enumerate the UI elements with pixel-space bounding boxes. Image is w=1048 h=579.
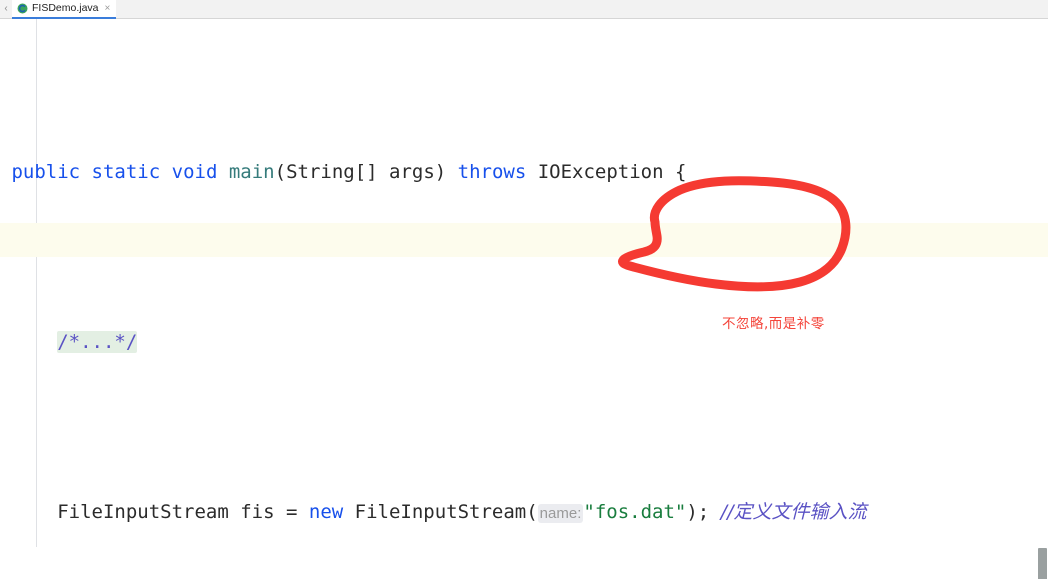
line-comment-3: //定义文件输入流 [720, 501, 867, 523]
code-editor-area[interactable]: public static void main(String[] args) t… [0, 19, 1048, 579]
tab-fisdemo-java[interactable]: FISDemo.java × [12, 0, 117, 19]
vertical-scrollbar[interactable] [1037, 19, 1048, 579]
source-code[interactable]: public static void main(String[] args) t… [0, 19, 1048, 579]
method-name-main: main [228, 161, 275, 183]
editor-window: ‹ FISDemo.java × public static void main… [0, 0, 1048, 579]
statement-end: ); [686, 501, 710, 523]
keyword-new: new [308, 501, 344, 523]
tab-overflow-chevron-icon[interactable]: ‹ [0, 0, 12, 18]
tab-label: FISDemo.java [32, 2, 99, 15]
close-icon[interactable]: × [103, 3, 111, 14]
parameter-hint-name: name: [537, 504, 584, 523]
declaration-fis: FileInputStream fis = [57, 501, 309, 523]
keyword-throws: throws [457, 161, 527, 183]
keyword-public: public [11, 161, 81, 183]
main-params: (String[] args) [274, 161, 458, 183]
code-line-2: /*...*/ [0, 325, 1048, 359]
keyword-void: void [171, 161, 218, 183]
scrollbar-thumb[interactable] [1038, 548, 1047, 579]
java-class-icon [17, 3, 28, 14]
code-line-1: public static void main(String[] args) t… [0, 155, 1048, 189]
code-line-3: FileInputStream fis = new FileInputStrea… [0, 495, 1048, 529]
constructor-call: FileInputStream( [343, 501, 538, 523]
folded-comment-region[interactable]: /*...*/ [57, 331, 138, 353]
keyword-static: static [91, 161, 161, 183]
throws-type: IOException { [526, 161, 687, 183]
string-literal-filename: "fos.dat" [583, 501, 687, 523]
editor-tab-bar: ‹ FISDemo.java × [0, 0, 1048, 19]
